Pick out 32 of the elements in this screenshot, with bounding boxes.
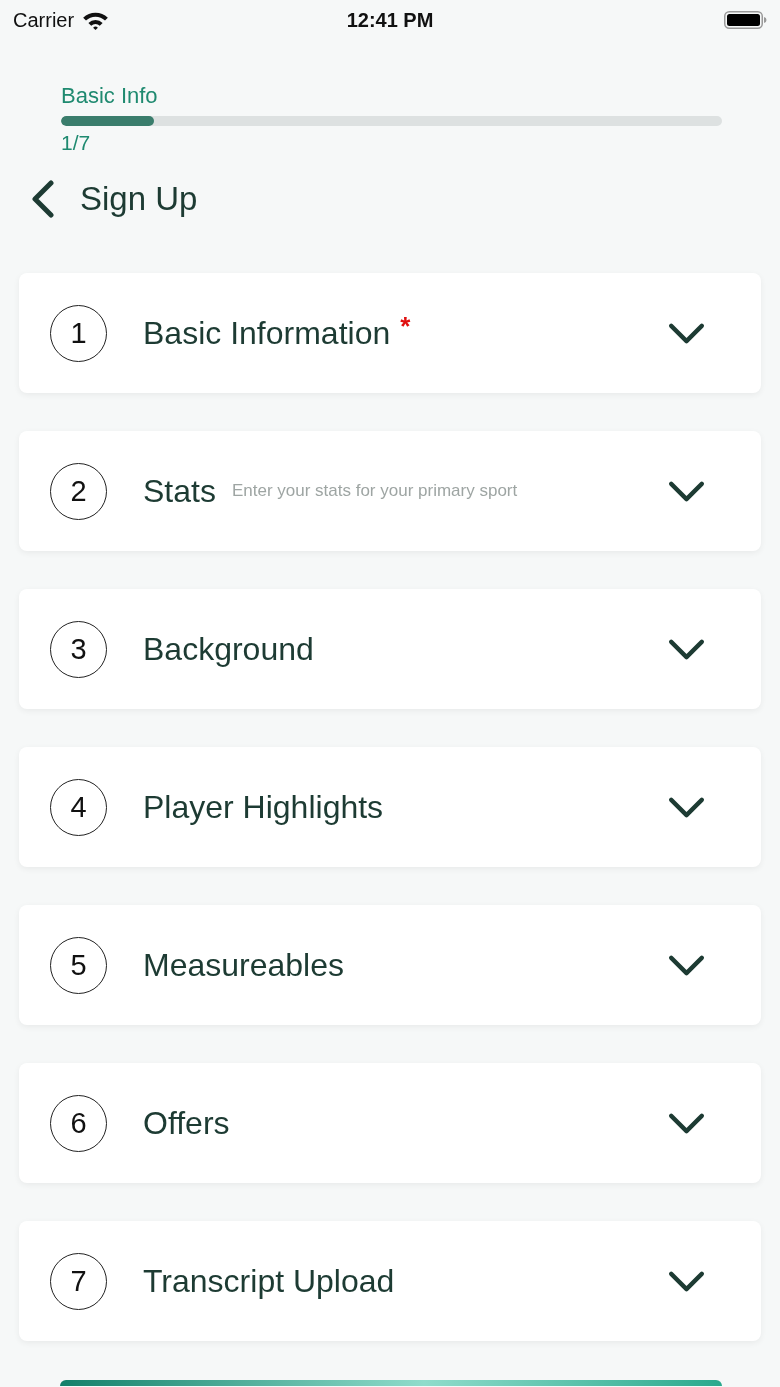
chevron-icon[interactable]: [668, 638, 705, 660]
section-card[interactable]: 2 Stats Enter your stats for your primary sport: [19, 431, 761, 551]
chevron-icon[interactable]: [668, 1270, 705, 1292]
section-title: Background: [143, 630, 314, 668]
chevron-icon[interactable]: [668, 1112, 705, 1134]
battery-icon: [724, 11, 767, 29]
section-title: Offers: [143, 1104, 230, 1142]
chevron-icon[interactable]: [668, 322, 705, 344]
required-mark: *: [400, 310, 411, 342]
section-hint: Enter your stats for your primary sport: [231, 481, 518, 501]
section-title: Measureables: [143, 946, 344, 984]
back-icon[interactable]: [30, 180, 56, 218]
section-card[interactable]: 3 Background: [19, 589, 761, 709]
wifi-icon: [82, 10, 110, 30]
clock-time: 12:41 PM: [346, 8, 434, 32]
section-card[interactable]: 4 Player Highlights: [19, 747, 761, 867]
chevron-icon[interactable]: [668, 954, 705, 976]
section-title: Transcript Upload: [143, 1262, 395, 1300]
step-count: 1/7: [61, 131, 91, 155]
section-title: Player Highlights: [143, 788, 384, 826]
section-title: Stats: [143, 472, 216, 510]
page-title: Sign Up: [80, 180, 198, 218]
progress-label: Basic Info: [61, 84, 158, 108]
bottom-button[interactable]: [60, 1380, 722, 1386]
section-title: Basic Information: [143, 314, 391, 352]
section-card[interactable]: 6 Offers: [19, 1063, 761, 1183]
carrier-name: Carrier: [13, 8, 75, 32]
section-card[interactable]: 7 Transcript Upload: [19, 1221, 761, 1341]
section-card[interactable]: 5 Measureables: [19, 905, 761, 1025]
chevron-icon[interactable]: [668, 796, 705, 818]
chevron-icon[interactable]: [668, 480, 705, 502]
section-card[interactable]: 1 Basic Information *: [19, 273, 761, 393]
